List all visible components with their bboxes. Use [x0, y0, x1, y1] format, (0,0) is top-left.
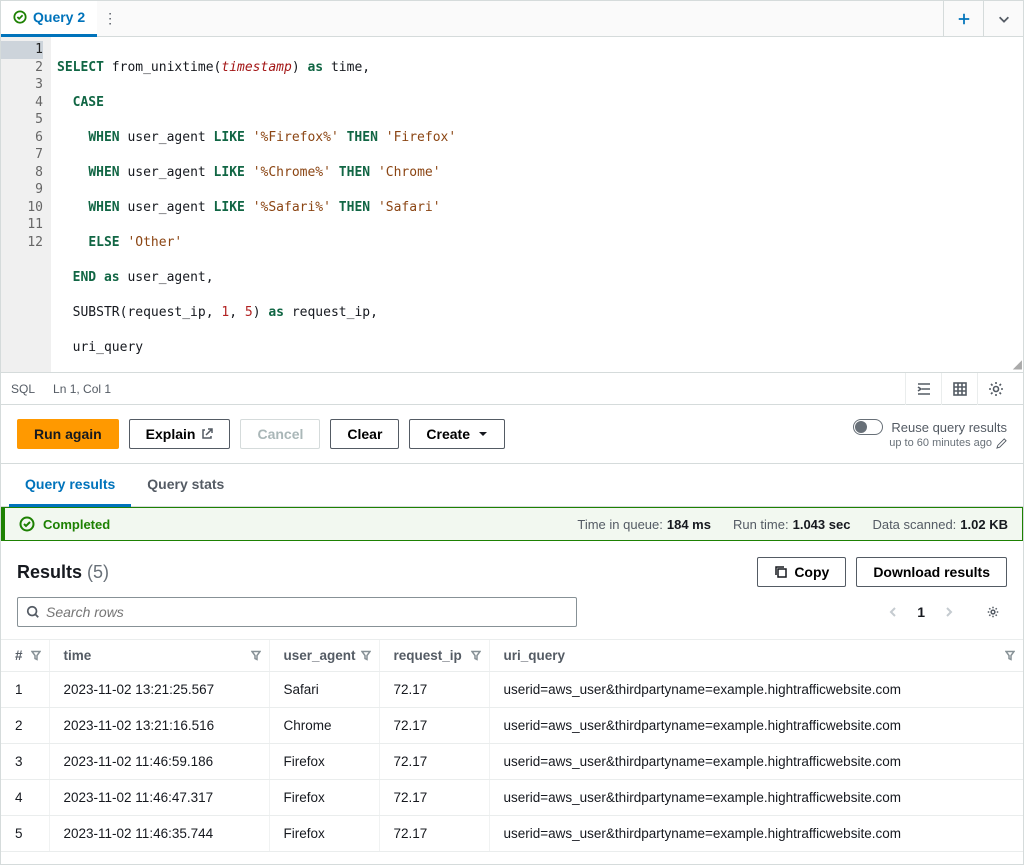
tab-query2[interactable]: Query 2 — [1, 1, 97, 37]
grid-button[interactable] — [941, 373, 977, 405]
search-icon — [26, 605, 40, 619]
col-time[interactable]: time — [49, 640, 269, 672]
check-circle-icon — [19, 516, 35, 532]
reuse-sublabel: up to 60 minutes ago — [889, 437, 992, 449]
gear-icon — [987, 606, 999, 618]
filter-icon — [31, 650, 41, 660]
pencil-icon[interactable] — [996, 438, 1007, 449]
chevron-right-icon — [943, 606, 955, 618]
status-bar: Completed Time in queue:184 ms Run time:… — [1, 507, 1023, 541]
cancel-button: Cancel — [240, 419, 320, 449]
search-input[interactable] — [46, 604, 568, 620]
add-tab-button[interactable] — [943, 1, 983, 37]
pager-page: 1 — [917, 604, 925, 620]
query-toolbar: Run again Explain Cancel Clear Create Re… — [1, 405, 1023, 464]
tab-label: Query 2 — [33, 9, 85, 25]
table-header-row: # time user_agent request_ip uri_query — [1, 640, 1023, 672]
status-completed: Completed — [43, 517, 110, 532]
filter-icon — [361, 650, 371, 660]
col-uri-query[interactable]: uri_query — [489, 640, 1023, 672]
metric-runtime: Run time:1.043 sec — [733, 517, 850, 532]
tab-dropdown-button[interactable] — [983, 1, 1023, 37]
caret-down-icon — [478, 429, 488, 439]
copy-button[interactable]: Copy — [757, 557, 846, 587]
metric-scanned: Data scanned:1.02 KB — [872, 517, 1008, 532]
table-row[interactable]: 52023-11-02 11:46:35.744Firefox72.17user… — [1, 816, 1023, 852]
results-title: Results (5) — [17, 562, 109, 583]
create-label: Create — [426, 426, 470, 442]
plus-icon — [957, 12, 971, 26]
create-button[interactable]: Create — [409, 419, 505, 449]
line-gutter: 123456789101112 — [1, 37, 51, 372]
chevron-left-icon — [887, 606, 899, 618]
grid-icon — [952, 381, 968, 397]
run-again-button[interactable]: Run again — [17, 419, 119, 449]
table-row[interactable]: 32023-11-02 11:46:59.186Firefox72.17user… — [1, 744, 1023, 780]
settings-button[interactable] — [977, 373, 1013, 405]
reuse-results-control: Reuse query results up to 60 minutes ago — [853, 419, 1007, 449]
clear-button[interactable]: Clear — [330, 419, 399, 449]
table-row[interactable]: 42023-11-02 11:46:47.317Firefox72.17user… — [1, 780, 1023, 816]
explain-button[interactable]: Explain — [129, 419, 231, 449]
pager: 1 — [879, 598, 1007, 626]
check-circle-icon — [13, 10, 27, 24]
tab-query-results[interactable]: Query results — [9, 464, 131, 507]
results-table-wrap: # time user_agent request_ip uri_query 1… — [1, 639, 1023, 852]
col-index[interactable]: # — [1, 640, 49, 672]
pager-next[interactable] — [935, 598, 963, 626]
search-row: 1 — [1, 597, 1023, 639]
language-indicator: SQL — [11, 382, 35, 396]
table-body: 12023-11-02 13:21:25.567Safari72.17useri… — [1, 672, 1023, 852]
filter-icon — [1005, 650, 1015, 660]
tab-menu-button[interactable]: ⋮ — [97, 10, 123, 27]
table-row[interactable]: 12023-11-02 13:21:25.567Safari72.17useri… — [1, 672, 1023, 708]
code-area[interactable]: SELECT from_unixtime(timestamp) as time,… — [51, 37, 1023, 372]
indent-icon — [916, 381, 932, 397]
reuse-label: Reuse query results — [891, 420, 1007, 435]
col-user-agent[interactable]: user_agent — [269, 640, 379, 672]
external-link-icon — [201, 428, 213, 440]
results-header: Results (5) Copy Download results — [1, 541, 1023, 597]
pager-prev[interactable] — [879, 598, 907, 626]
result-tabs: Query results Query stats — [1, 464, 1023, 507]
filter-icon — [251, 650, 261, 660]
results-table: # time user_agent request_ip uri_query 1… — [1, 640, 1023, 852]
copy-icon — [774, 565, 788, 579]
table-settings-button[interactable] — [979, 598, 1007, 626]
reuse-toggle[interactable] — [853, 419, 883, 435]
explain-label: Explain — [146, 426, 196, 442]
sql-editor[interactable]: 123456789101112 SELECT from_unixtime(tim… — [1, 37, 1023, 373]
editor-status-strip: SQL Ln 1, Col 1 — [1, 373, 1023, 405]
col-request-ip[interactable]: request_ip — [379, 640, 489, 672]
cursor-position: Ln 1, Col 1 — [53, 382, 111, 396]
tab-query-stats[interactable]: Query stats — [131, 464, 240, 506]
editor-tab-bar: Query 2 ⋮ — [1, 1, 1023, 37]
metric-queue: Time in queue:184 ms — [577, 517, 711, 532]
chevron-down-icon — [997, 12, 1011, 26]
download-results-button[interactable]: Download results — [856, 557, 1007, 587]
table-row[interactable]: 22023-11-02 13:21:16.516Chrome72.17useri… — [1, 708, 1023, 744]
format-button[interactable] — [905, 373, 941, 405]
search-box[interactable] — [17, 597, 577, 627]
filter-icon — [471, 650, 481, 660]
gear-icon — [988, 381, 1004, 397]
